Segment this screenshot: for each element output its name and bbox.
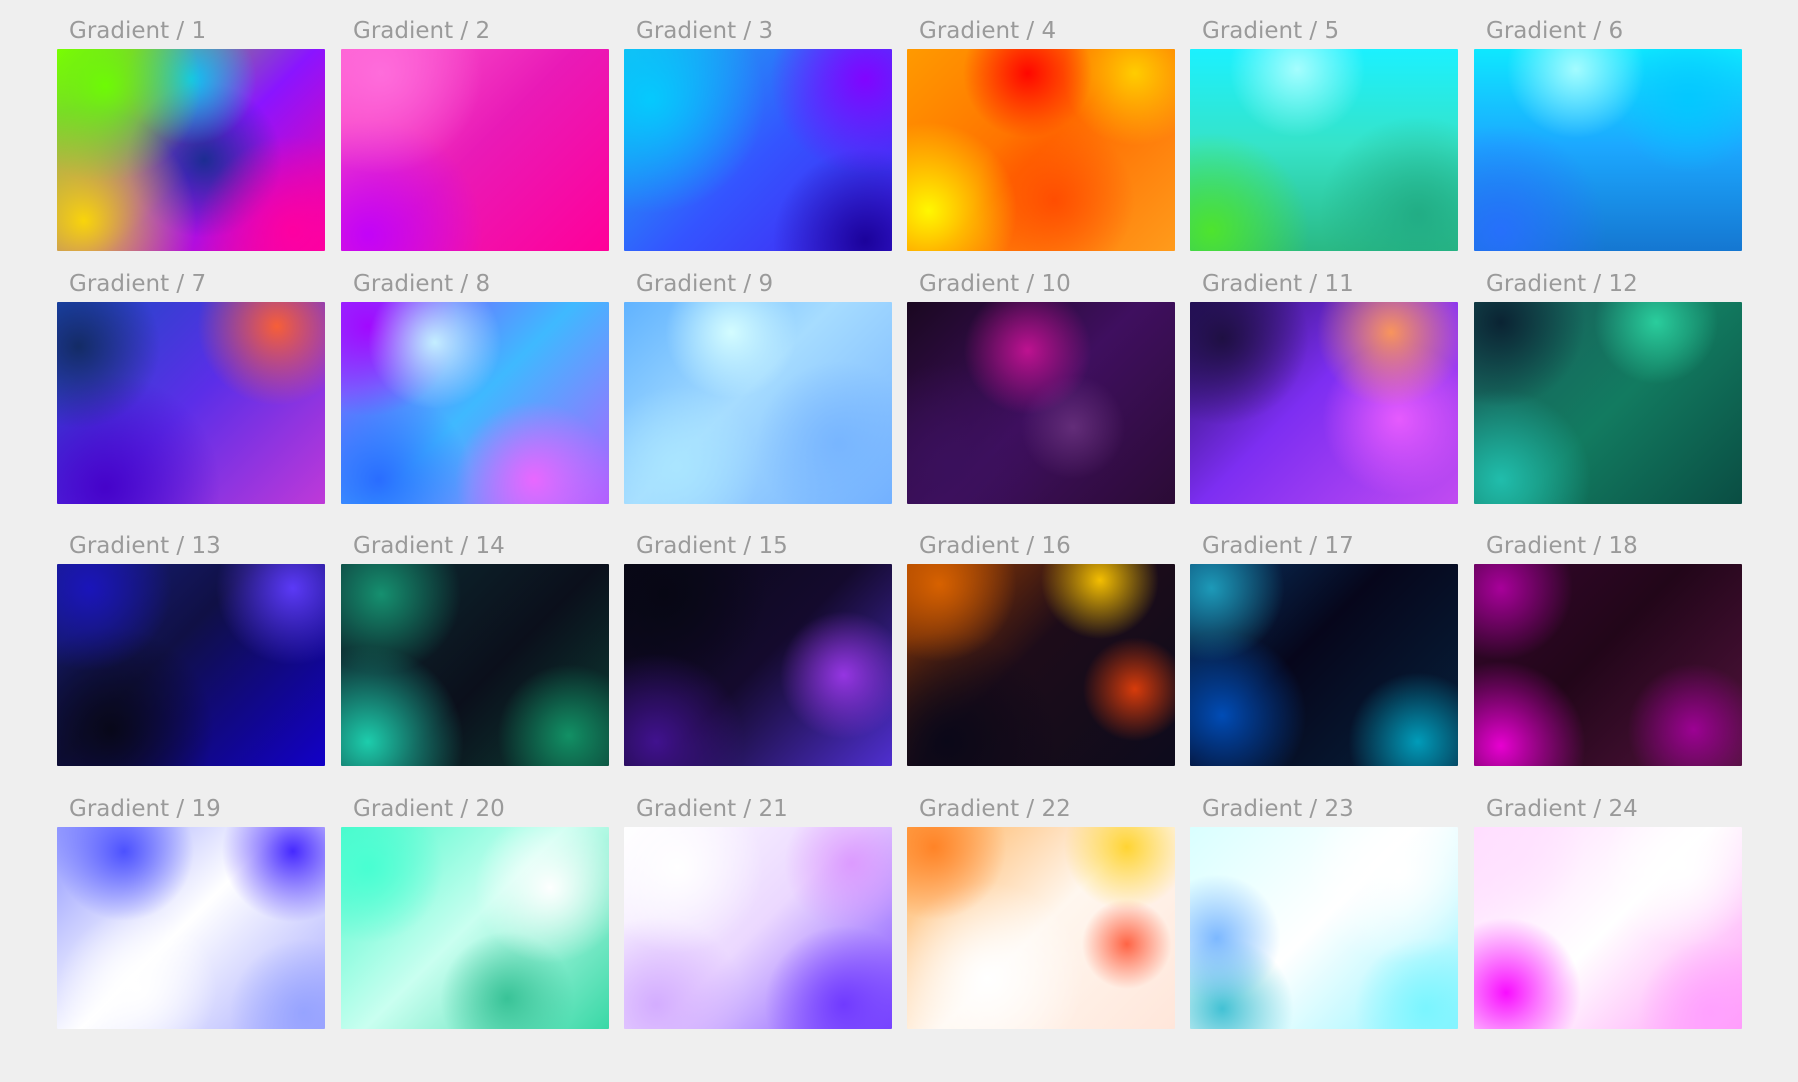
gradient-label: Gradient / 1 [69,18,207,44]
gradient-swatch[interactable] [341,49,609,251]
gradient-swatch[interactable] [907,49,1175,251]
gradient-label: Gradient / 18 [1486,533,1638,559]
gradient-swatch[interactable] [57,302,325,504]
gradient-swatch[interactable] [907,564,1175,766]
gradient-label: Gradient / 7 [69,271,207,297]
gradient-label: Gradient / 11 [1202,271,1354,297]
gradient-swatch[interactable] [1474,302,1742,504]
gradient-swatch[interactable] [624,564,892,766]
gradient-swatch[interactable] [57,564,325,766]
gradient-swatch[interactable] [907,302,1175,504]
gradient-swatch[interactable] [1190,564,1458,766]
gradient-label: Gradient / 21 [636,796,788,822]
gradient-label: Gradient / 9 [636,271,774,297]
gradient-swatch[interactable] [624,49,892,251]
gradient-swatch[interactable] [57,827,325,1029]
gradient-label: Gradient / 22 [919,796,1071,822]
gradient-swatch[interactable] [1190,302,1458,504]
gradient-swatch[interactable] [341,564,609,766]
gradient-label: Gradient / 2 [353,18,491,44]
gradient-label: Gradient / 20 [353,796,505,822]
gradient-swatch[interactable] [57,49,325,251]
gradient-gallery: Gradient / 1 Gradient / 2 Gradient / 3 G… [0,0,1798,1082]
gradient-label: Gradient / 8 [353,271,491,297]
gradient-swatch[interactable] [1474,564,1742,766]
gradient-label: Gradient / 16 [919,533,1071,559]
gradient-label: Gradient / 24 [1486,796,1638,822]
gradient-label: Gradient / 4 [919,18,1057,44]
gradient-label: Gradient / 13 [69,533,221,559]
gradient-label: Gradient / 6 [1486,18,1624,44]
gradient-label: Gradient / 19 [69,796,221,822]
gradient-swatch[interactable] [624,827,892,1029]
gradient-swatch[interactable] [907,827,1175,1029]
gradient-label: Gradient / 3 [636,18,774,44]
gradient-label: Gradient / 12 [1486,271,1638,297]
gradient-swatch[interactable] [341,827,609,1029]
gradient-swatch[interactable] [341,302,609,504]
gradient-label: Gradient / 14 [353,533,505,559]
gradient-swatch[interactable] [1190,49,1458,251]
gradient-label: Gradient / 15 [636,533,788,559]
gradient-swatch[interactable] [624,302,892,504]
gradient-swatch[interactable] [1474,827,1742,1029]
gradient-label: Gradient / 10 [919,271,1071,297]
gradient-label: Gradient / 17 [1202,533,1354,559]
gradient-label: Gradient / 23 [1202,796,1354,822]
gradient-swatch[interactable] [1190,827,1458,1029]
gradient-label: Gradient / 5 [1202,18,1340,44]
gradient-swatch[interactable] [1474,49,1742,251]
